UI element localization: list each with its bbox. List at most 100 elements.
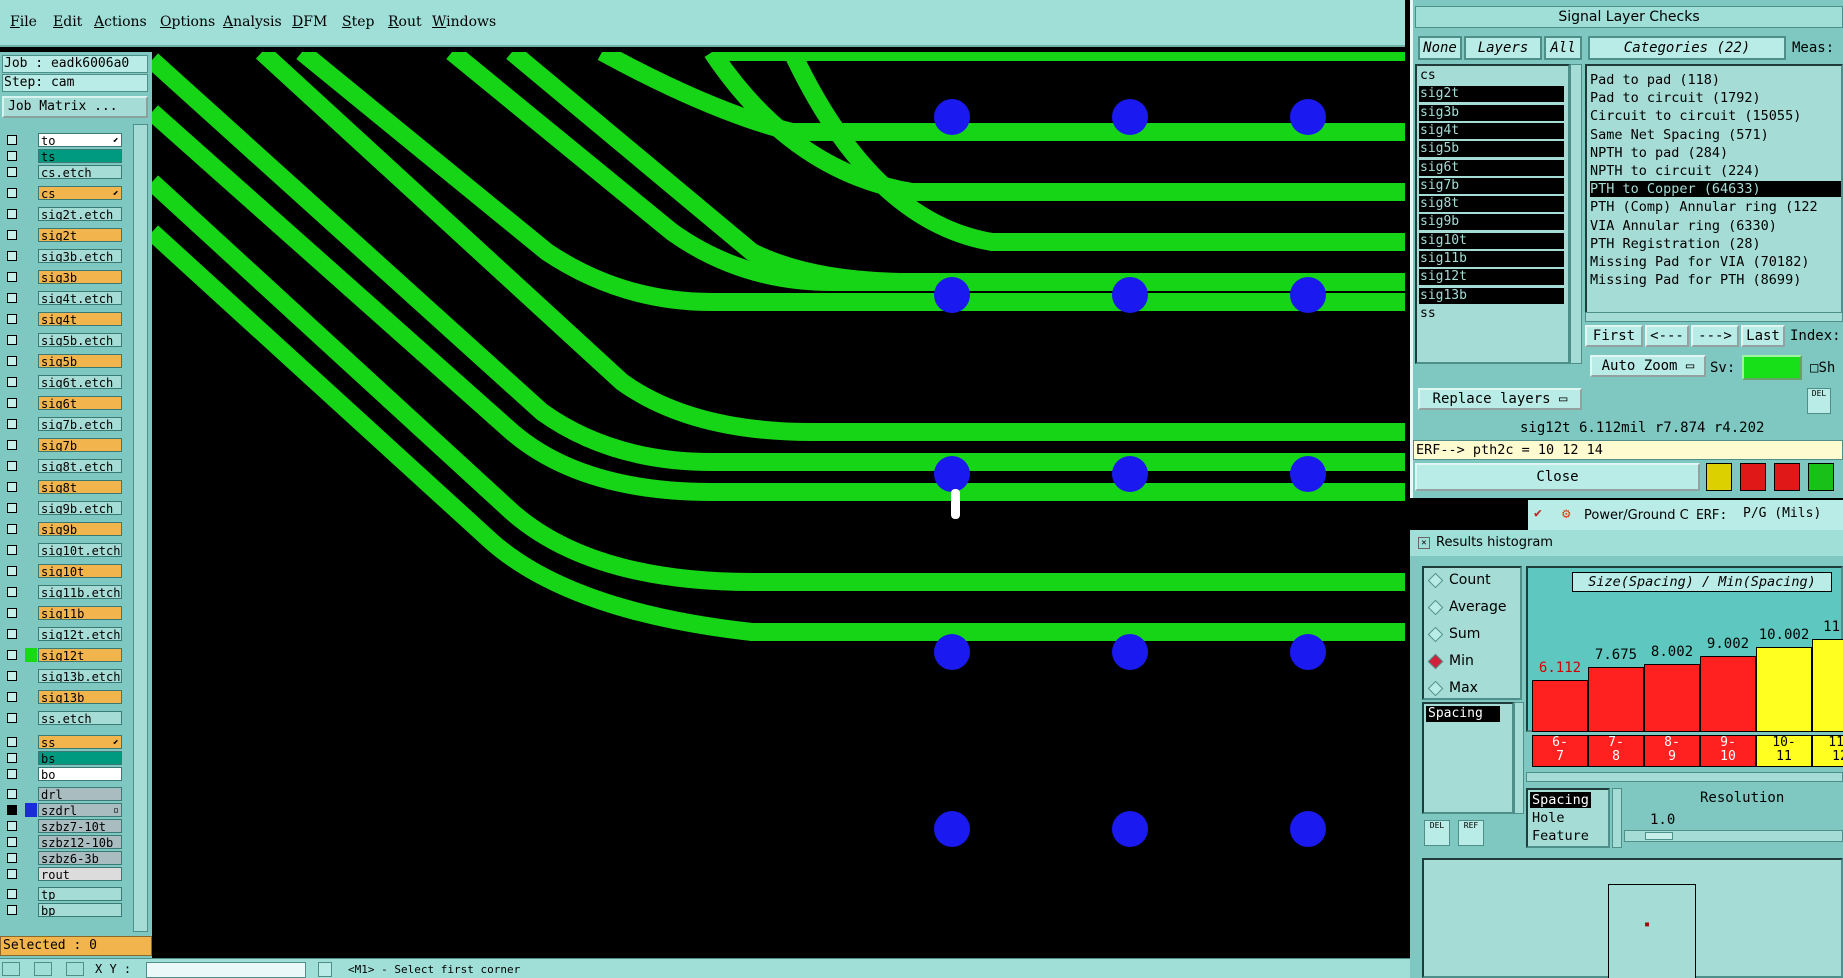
- layer-row[interactable]: sig9b: [3, 521, 122, 537]
- layer-checkbox[interactable]: [7, 151, 17, 161]
- measure-list-scrollbar[interactable]: [1514, 702, 1524, 814]
- layer-row[interactable]: sig3b: [3, 269, 122, 285]
- check-layer-item[interactable]: sig11b: [1419, 251, 1564, 267]
- resolution-slider[interactable]: [1624, 830, 1843, 842]
- next-button[interactable]: --->: [1691, 325, 1739, 347]
- layer-checkbox[interactable]: [7, 566, 17, 576]
- check-layer-item[interactable]: sig2t: [1419, 86, 1564, 103]
- coordinate-input[interactable]: [146, 962, 306, 978]
- layer-name[interactable]: rout: [38, 867, 122, 881]
- layer-checkbox[interactable]: [7, 251, 17, 261]
- sv-color-picker[interactable]: [1742, 355, 1802, 380]
- layer-checkbox[interactable]: [7, 377, 17, 387]
- power-ground-label[interactable]: Power/Ground C: [1584, 508, 1689, 523]
- layer-checkbox[interactable]: [7, 188, 17, 198]
- layer-row[interactable]: cs.etch: [3, 164, 122, 180]
- del-button[interactable]: DEL: [1424, 820, 1450, 846]
- layer-name[interactable]: sig7b.etch: [38, 417, 122, 431]
- check-layer-item[interactable]: ss: [1419, 306, 1564, 322]
- layer-name[interactable]: ts: [38, 149, 122, 163]
- measure-list[interactable]: Spacing: [1422, 702, 1514, 814]
- layer-name[interactable]: sig11b: [38, 606, 122, 620]
- pan-tool-icon[interactable]: [34, 962, 52, 976]
- menu-analysis[interactable]: Analysis: [223, 14, 282, 30]
- layer-checkbox[interactable]: [7, 789, 17, 799]
- layer-name[interactable]: sig4t: [38, 312, 122, 326]
- layer-checkbox[interactable]: [7, 209, 17, 219]
- layer-checkbox[interactable]: [7, 737, 17, 747]
- layer-name[interactable]: cs.etch: [38, 165, 122, 179]
- layer-row[interactable]: sig7b.etch: [3, 416, 122, 432]
- category-list[interactable]: Pad to pad (118) Pad to circuit (1792) Cir…: [1585, 64, 1843, 314]
- aggregate-radio[interactable]: Min: [1427, 653, 1474, 669]
- layer-row[interactable]: sig11b.etch: [3, 584, 122, 600]
- layer-row[interactable]: szdrl ▫: [3, 802, 122, 818]
- layer-row[interactable]: szbz12-10b: [3, 834, 122, 850]
- layer-name[interactable]: sig6t.etch: [38, 375, 122, 389]
- layer-name[interactable]: sig12t: [38, 648, 122, 662]
- last-button[interactable]: Last: [1741, 325, 1785, 347]
- layer-name[interactable]: cs ⬋: [38, 186, 122, 200]
- layer-checkbox[interactable]: [7, 398, 17, 408]
- group-item-spacing[interactable]: Spacing: [1530, 792, 1591, 808]
- check-layer-item[interactable]: sig4t: [1419, 122, 1564, 139]
- category-item[interactable]: Pad to circuit (1792): [1590, 90, 1761, 106]
- layer-row[interactable]: sig2t: [3, 227, 122, 243]
- category-item[interactable]: Pad to pad (118): [1590, 72, 1720, 88]
- category-item[interactable]: VIA Annular ring (6330): [1590, 218, 1777, 234]
- layer-checkbox[interactable]: [7, 419, 17, 429]
- aggregate-radio[interactable]: Average: [1427, 599, 1507, 615]
- aggregate-radio[interactable]: Count: [1427, 572, 1491, 588]
- layer-row[interactable]: tp: [3, 886, 122, 902]
- layer-checkbox[interactable]: [7, 713, 17, 723]
- layer-row[interactable]: cs ⬋: [3, 185, 122, 201]
- layer-row[interactable]: sig6t.etch: [3, 374, 122, 390]
- check-layer-item[interactable]: sig9b: [1419, 214, 1564, 231]
- layer-row[interactable]: sig12t.etch: [3, 626, 122, 642]
- histogram-hscrollbar[interactable]: [1526, 772, 1843, 782]
- check-layer-item[interactable]: sig5b: [1419, 141, 1564, 158]
- layer-checkbox[interactable]: [7, 335, 17, 345]
- check-layer-item[interactable]: sig7b: [1419, 177, 1564, 194]
- check-layer-item[interactable]: sig12t: [1419, 269, 1564, 286]
- layer-row[interactable]: sig7b: [3, 437, 122, 453]
- back-icon[interactable]: [1740, 463, 1766, 491]
- layer-row[interactable]: ts: [3, 148, 122, 164]
- category-item[interactable]: PTH (Comp) Annular ring (122: [1590, 199, 1818, 215]
- category-item[interactable]: Same Net Spacing (571): [1590, 127, 1769, 143]
- layer-checkbox[interactable]: [7, 837, 17, 847]
- bin-label[interactable]: 8- 9: [1644, 735, 1700, 767]
- layer-name[interactable]: tp: [38, 887, 122, 901]
- layer-row[interactable]: drl: [3, 786, 122, 802]
- layer-row[interactable]: sig5b.etch: [3, 332, 122, 348]
- bin-label[interactable]: 10- 11: [1756, 735, 1812, 767]
- layer-row[interactable]: sig10t: [3, 563, 122, 579]
- menu-file[interactable]: File: [10, 14, 37, 30]
- layer-name[interactable]: sig13b.etch: [38, 669, 122, 683]
- layer-checkbox[interactable]: [7, 230, 17, 240]
- histogram-bar[interactable]: [1532, 680, 1588, 732]
- category-item[interactable]: PTH Registration (28): [1590, 236, 1761, 252]
- layer-row[interactable]: sig6t: [3, 395, 122, 411]
- layer-checkbox[interactable]: [7, 608, 17, 618]
- menu-options[interactable]: Options: [160, 14, 215, 30]
- layer-name[interactable]: to ⬋: [38, 133, 122, 147]
- layer-row[interactable]: ss.etch: [3, 710, 122, 726]
- category-hscrollbar[interactable]: [1585, 312, 1843, 322]
- layer-name[interactable]: szbz7-10t: [38, 819, 122, 833]
- list-item[interactable]: Spacing: [1426, 706, 1500, 722]
- layer-checkbox[interactable]: [7, 692, 17, 702]
- menu-actions[interactable]: Actions: [94, 14, 147, 30]
- layer-name[interactable]: szbz12-10b: [38, 835, 122, 849]
- layer-checkbox[interactable]: [7, 482, 17, 492]
- histogram-bar[interactable]: [1588, 667, 1644, 732]
- layer-checkbox[interactable]: [7, 853, 17, 863]
- layer-row[interactable]: sig9b.etch: [3, 500, 122, 516]
- zoom-tool-icon[interactable]: [2, 962, 20, 976]
- layer-name[interactable]: sig4t.etch: [38, 291, 122, 305]
- layer-checkbox[interactable]: [7, 587, 17, 597]
- categories-button[interactable]: Categories (22): [1588, 36, 1786, 60]
- all-button[interactable]: All: [1544, 36, 1582, 60]
- layer-name[interactable]: ss.etch: [38, 711, 122, 725]
- category-item[interactable]: PTH to Copper (64633): [1590, 181, 1841, 198]
